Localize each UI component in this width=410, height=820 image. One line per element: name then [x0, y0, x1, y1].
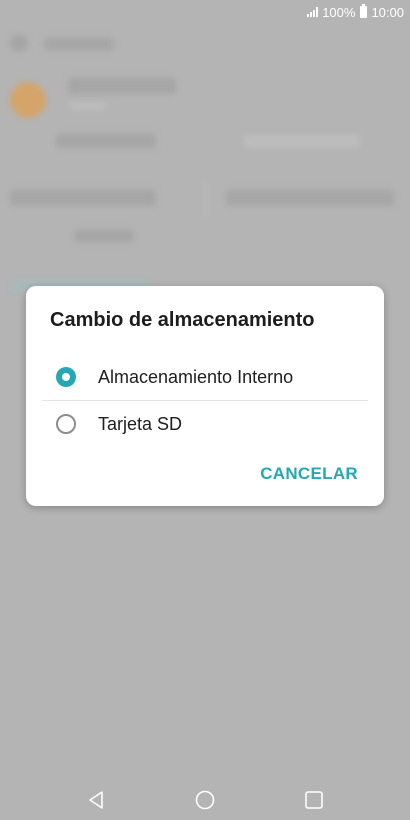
recent-apps-icon — [305, 791, 323, 809]
radio-selected-icon[interactable] — [56, 367, 76, 387]
background-divider — [204, 180, 206, 218]
option-label: Almacenamiento Interno — [98, 366, 294, 387]
status-bar: 100% 10:00 — [0, 0, 410, 24]
background-title — [44, 38, 114, 50]
back-button[interactable] — [82, 786, 110, 814]
background-stat-value — [74, 230, 134, 242]
background-avatar — [10, 82, 46, 118]
clock: 10:00 — [371, 4, 404, 20]
battery-icon — [360, 4, 368, 18]
home-button[interactable] — [191, 786, 219, 814]
background-button-left — [56, 134, 156, 148]
background-stat-left — [10, 190, 156, 206]
background-button-right — [244, 134, 360, 148]
signal-icon — [307, 7, 319, 17]
recent-apps-button[interactable] — [300, 786, 328, 814]
option-sd-card[interactable]: Tarjeta SD — [26, 400, 384, 448]
option-label: Tarjeta SD — [98, 413, 183, 434]
option-internal-storage[interactable]: Almacenamiento Interno — [26, 353, 384, 401]
cancel-button[interactable]: CANCELAR — [260, 464, 358, 484]
background-app-icon — [10, 34, 28, 52]
background-stat-right — [226, 190, 394, 206]
background-app-version — [68, 102, 108, 110]
storage-change-dialog: Cambio de almacenamiento Almacenamiento … — [26, 286, 384, 506]
navigation-bar — [0, 780, 410, 820]
radio-unselected-icon[interactable] — [56, 414, 76, 434]
battery-percentage: 100% — [322, 4, 356, 20]
screen: 100% 10:00 Cambio de almacenamiento Alma… — [0, 0, 410, 820]
background-app-name — [68, 78, 176, 94]
dialog-title: Cambio de almacenamiento — [50, 309, 315, 331]
home-icon — [195, 790, 215, 810]
back-icon — [89, 791, 103, 809]
